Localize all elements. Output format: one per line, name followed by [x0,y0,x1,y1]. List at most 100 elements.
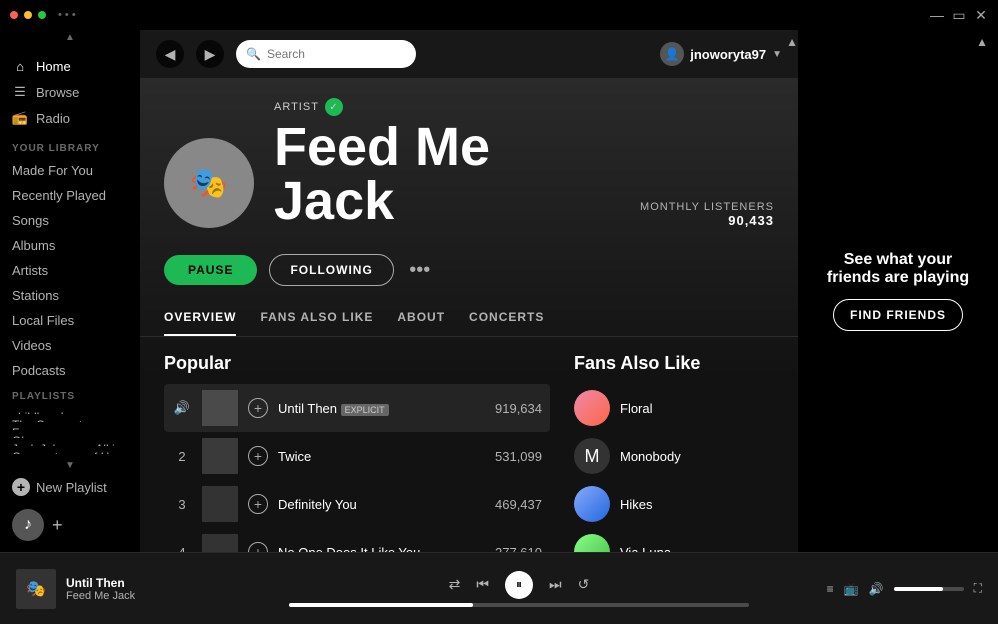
back-button[interactable]: ◀ [156,40,184,68]
prev-button[interactable]: ⏮ [476,576,489,593]
fan-item-1[interactable]: Floral [574,384,774,432]
fan-item-2[interactable]: M Monobody [574,432,774,480]
artist-tabs: Overview Fans Also Like About Concerts [140,300,798,337]
tab-overview[interactable]: Overview [164,300,236,336]
queue-button[interactable]: ≡ [827,582,834,596]
track-row-3[interactable]: 3 + Definitely You 469,437 [164,480,550,528]
track-name-1: Until Then Explicit [278,401,485,416]
player-left: 🎭 Until Then Feed Me Jack [16,569,236,609]
playlist-item-for-you[interactable]: For you [0,422,140,430]
right-panel: ▲ See what your friends are playing Find… [798,30,998,552]
fan-avatar-1 [574,390,610,426]
main-layout: ▲ ⌂ Home ☰ Browse 📻 Radio Your Library M… [0,30,998,552]
sidebar-label-albums: Albums [12,238,55,253]
sidebar-scroll-up[interactable]: ▲ [0,30,140,45]
playlist-item-jack-johnson[interactable]: Jack Johnson - All i... [0,438,140,446]
track-add-button-3[interactable]: + [248,494,268,514]
repeat-button[interactable]: ↺ [578,576,590,593]
minimize-button[interactable]: — [930,8,944,22]
new-playlist-button[interactable]: + New Playlist [0,473,140,501]
track-plays-2: 531,099 [495,449,542,464]
track-row-2[interactable]: 2 + Twice 531,099 [164,432,550,480]
avatar[interactable]: 👤 [660,42,684,66]
right-scroll-up[interactable]: ▲ [976,35,988,49]
current-song-icon[interactable]: ♪ [12,509,44,541]
browse-icon: ☰ [12,84,28,100]
sidebar-item-podcasts[interactable]: Podcasts [0,358,140,383]
sidebar-item-home[interactable]: ⌂ Home [0,53,140,79]
sidebar-item-recently-played[interactable]: Recently Played [0,183,140,208]
progress-bar[interactable] [289,603,749,607]
content-right-wrapper: ◀ ▶ 🔍 👤 jnoworyta97 ▼ ▲ 🎭 [140,30,998,552]
play-pause-button[interactable]: ⏸ [505,571,533,599]
more-button[interactable]: ••• [406,256,434,284]
tab-about[interactable]: About [397,300,445,336]
close-dot[interactable] [10,11,18,19]
track-add-button-4[interactable]: + [248,542,268,552]
following-button[interactable]: Following [269,254,393,286]
player-right: ≡ 📺 🔊 ⛶ [802,581,982,596]
sidebar-item-albums[interactable]: Albums [0,233,140,258]
search-icon: 🔍 [246,47,261,61]
radio-icon: 📻 [12,110,28,126]
player-controls: ⇄ ⏮ ⏸ ⏭ ↺ [449,571,590,599]
search-input[interactable] [267,47,406,61]
track-num-2: 2 [172,449,192,464]
fan-item-3[interactable]: Hikes [574,480,774,528]
maximize-dot[interactable] [38,11,46,19]
sidebar-item-songs[interactable]: Songs [0,208,140,233]
playlist-item-cornerstones-o[interactable]: The Cornerstones o... [0,414,140,422]
sidebar-item-local-files[interactable]: Local Files [0,308,140,333]
track-playing-icon: 🔊 [172,400,192,416]
playlist-item-childhood[interactable]: childhood [0,406,140,414]
sidebar-scroll-down[interactable]: ▼ [0,458,140,473]
window-controls: — ▭ ✕ [930,8,988,22]
popular-section: Popular 🔊 + Until Then Explicit 919,634 [164,353,550,552]
next-button[interactable]: ⏭ [549,576,562,593]
forward-button[interactable]: ▶ [196,40,224,68]
playlist-item-cornerstones-hu[interactable]: Cornerstones of Hu... [0,446,140,454]
track-plays-3: 469,437 [495,497,542,512]
action-bar: Pause Following ••• [140,244,798,300]
playlist-item-oh[interactable]: Oh [0,430,140,438]
restore-button[interactable]: ▭ [952,8,966,22]
track-thumb-4 [202,534,238,552]
sidebar-item-stations[interactable]: Stations [0,283,140,308]
progress-bar-container [246,603,792,607]
minimize-dot[interactable] [24,11,32,19]
track-name-4: No One Does It Like You [278,545,485,553]
pause-button[interactable]: Pause [164,255,257,285]
fan-item-4[interactable]: Via Luna [574,528,774,552]
sidebar-item-made-for-you[interactable]: Made For You [0,158,140,183]
track-num-4: 4 [172,545,192,553]
sidebar-item-artists[interactable]: Artists [0,258,140,283]
find-friends-button[interactable]: Find Friends [833,299,963,331]
artist-type-label: Artist ✓ [274,98,620,116]
track-thumb-3 [202,486,238,522]
track-add-button-1[interactable]: + [248,398,268,418]
fan-name-2: Monobody [620,449,681,464]
fullscreen-button[interactable]: ⛶ [974,581,982,596]
track-row-1[interactable]: 🔊 + Until Then Explicit 919,634 [164,384,550,432]
sidebar-item-radio[interactable]: 📻 Radio [0,105,140,131]
track-row-4[interactable]: 4 + No One Does It Like You 277,610 [164,528,550,552]
user-dropdown-arrow[interactable]: ▼ [772,49,782,60]
tab-concerts[interactable]: Concerts [469,300,544,336]
bottom-add-icon[interactable]: + [52,515,63,536]
fans-section: Fans Also Like Floral M Monobody Hikes [574,353,774,552]
tab-fans-also-like[interactable]: Fans Also Like [260,300,373,336]
track-add-button-2[interactable]: + [248,446,268,466]
volume-bar[interactable] [894,587,964,591]
track-name-3: Definitely You [278,497,485,512]
sidebar-item-browse[interactable]: ☰ Browse [0,79,140,105]
close-button[interactable]: ✕ [974,8,988,22]
volume-button[interactable]: 🔊 [869,582,884,596]
sidebar-item-videos[interactable]: Videos [0,333,140,358]
sidebar-label-browse: Browse [36,85,79,100]
devices-button[interactable]: 📺 [844,582,859,596]
content-area: ◀ ▶ 🔍 👤 jnoworyta97 ▼ ▲ 🎭 [140,30,798,552]
player-center: ⇄ ⏮ ⏸ ⏭ ↺ [246,571,792,607]
more-dots-icon[interactable]: • • • [58,9,76,21]
shuffle-button[interactable]: ⇄ [449,576,461,593]
search-box[interactable]: 🔍 [236,40,416,68]
